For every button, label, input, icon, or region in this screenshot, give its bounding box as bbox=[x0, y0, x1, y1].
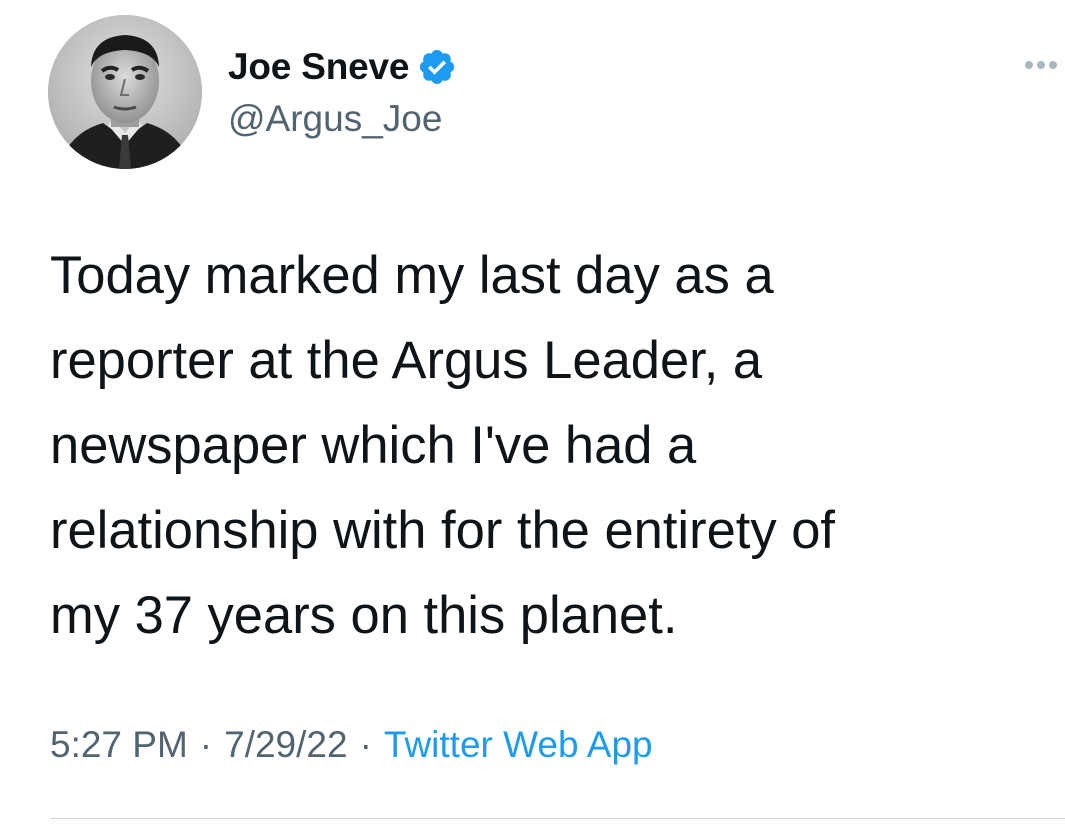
more-dot bbox=[1025, 61, 1033, 69]
name-row: Joe Sneve bbox=[228, 44, 457, 90]
tweet-text: Today marked my last day as a reporter a… bbox=[50, 233, 1050, 658]
verified-badge-icon bbox=[417, 47, 457, 87]
tweet-text-line: relationship with for the entirety of bbox=[50, 501, 835, 560]
tweet-date[interactable]: 7/29/22 bbox=[224, 724, 347, 766]
tweet-text-line: my 37 years on this planet. bbox=[50, 586, 678, 645]
tweet-meta: 5:27 PM · 7/29/22 · Twitter Web App bbox=[50, 724, 653, 766]
tweet-text-line: reporter at the Argus Leader, a bbox=[50, 331, 763, 390]
more-options-icon[interactable] bbox=[1025, 55, 1065, 75]
more-dot bbox=[1049, 61, 1057, 69]
profile-photo-icon bbox=[48, 15, 202, 169]
avatar[interactable] bbox=[48, 15, 202, 169]
meta-separator: · bbox=[359, 724, 372, 765]
divider bbox=[50, 818, 1065, 819]
more-dot bbox=[1037, 61, 1045, 69]
meta-separator: · bbox=[199, 724, 213, 765]
tweet-card: Joe Sneve @Argus_Joe Today marked my las… bbox=[0, 0, 1065, 832]
tweet-time[interactable]: 5:27 PM bbox=[50, 724, 188, 766]
display-name[interactable]: Joe Sneve bbox=[228, 46, 409, 88]
tweet-source-link[interactable]: Twitter Web App bbox=[384, 724, 653, 766]
tweet-text-line: Today marked my last day as a bbox=[50, 246, 774, 305]
tweet-text-line: newspaper which I've had a bbox=[50, 416, 697, 475]
user-handle[interactable]: @Argus_Joe bbox=[228, 98, 442, 140]
